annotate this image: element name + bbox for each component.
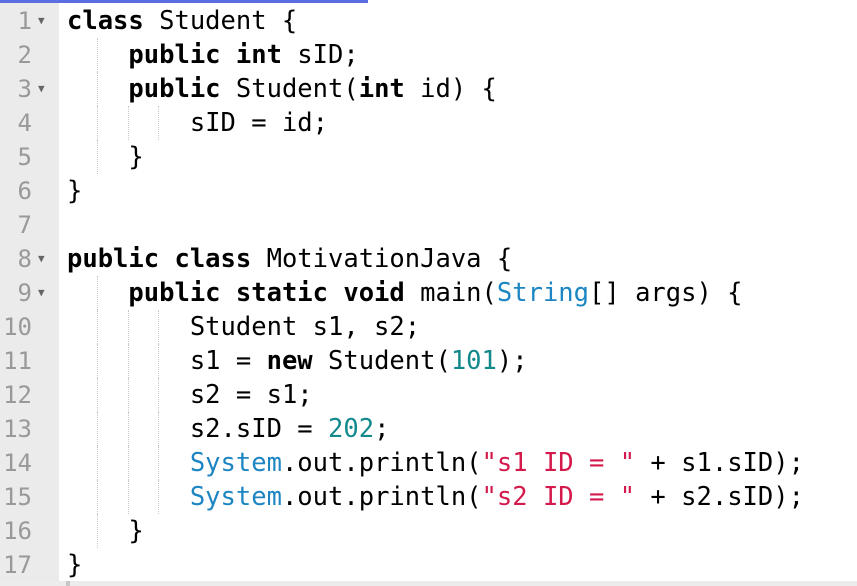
string-literal: "s2 ID = " [481,482,636,512]
line-number: 14 [3,449,32,477]
code-line[interactable]: 15 System.out.println("s2 ID = " + s2.sI… [0,480,857,514]
code-line[interactable]: 17} [0,548,857,582]
code-token: } [67,176,83,206]
code-token: .out.println( [281,482,482,512]
line-number: 7 [17,211,32,239]
code-token: main( [404,278,497,308]
code-text: } [67,174,82,208]
line-number: 2 [17,41,32,69]
code-text: public static void main(String[] args) { [67,276,743,310]
code-token: sID; [281,40,359,70]
type-name: System [189,482,282,512]
keyword: public static void [128,278,405,308]
line-number: 8 [17,245,32,273]
code-token: Student( [220,74,359,104]
line-number: 13 [3,415,32,443]
code-token: } [128,142,144,172]
code-text: public class MotivationJava { [67,242,512,276]
keyword: int [358,74,405,104]
scrollbar-thumb[interactable] [66,581,70,586]
code-token: s2 = s1; [189,380,313,410]
keyword: class [67,6,144,36]
code-text: System.out.println("s2 ID = " + s2.sID); [67,480,804,514]
code-text: Student s1, s2; [67,310,420,344]
code-text: s1 = new Student(101); [67,344,528,378]
code-line[interactable]: 12 s2 = s1; [0,378,857,412]
code-token: s2.sID = [189,414,328,444]
code-line[interactable]: 13 s2.sID = 202; [0,412,857,446]
code-line[interactable]: 6} [0,174,857,208]
line-number: 6 [17,177,32,205]
code-text: sID = id; [67,106,328,140]
line-number: 1 [17,7,32,35]
line-number: 9 [17,279,32,307]
code-token: id) { [404,74,497,104]
code-text: System.out.println("s1 ID = " + s1.sID); [67,446,804,480]
code-token: } [67,550,83,580]
fold-toggle-icon[interactable]: ▼ [38,4,45,38]
code-line[interactable]: 10 Student s1, s2; [0,310,857,344]
code-token: s1 = [189,346,267,376]
code-line[interactable]: 2 public int sID; [0,38,857,72]
code-line[interactable]: 5 } [0,140,857,174]
line-number: 10 [3,313,32,341]
type-name: String [496,278,590,308]
keyword: public [128,74,221,104]
code-line[interactable]: 7 [0,208,857,242]
horizontal-scrollbar[interactable] [0,581,857,586]
code-token: .out.println( [281,448,482,478]
code-text: } [67,514,144,548]
code-line[interactable]: 8 ▼ public class MotivationJava { [0,242,857,276]
fold-toggle-icon[interactable]: ▼ [38,276,45,310]
code-token: ); [496,346,528,376]
keyword: public class [67,244,252,274]
number-literal: 101 [450,346,497,376]
code-text: class Student { [67,4,297,38]
code-line[interactable]: 14 System.out.println("s1 ID = " + s1.sI… [0,446,857,480]
line-number: 5 [17,143,32,171]
number-literal: 202 [328,414,375,444]
line-number: 17 [3,551,32,579]
code-token: Student { [143,6,298,36]
code-text: s2 = s1; [67,378,313,412]
keyword: new [266,346,313,376]
code-line[interactable]: 9 ▼ public static void main(String[] args… [0,276,857,310]
line-number: 4 [17,109,32,137]
line-number: 12 [3,381,32,409]
code-text: } [67,548,82,582]
code-token: ; [374,414,390,444]
code-token: + s1.sID); [635,448,804,478]
code-token: sID = id; [189,108,328,138]
code-token: Student( [312,346,451,376]
line-number: 11 [3,347,32,375]
code-token: Student s1, s2; [189,312,421,342]
code-editor[interactable]: 1 ▼ class Student {2 public int sID; 3 ▼ pub… [0,4,857,582]
code-token: + s2.sID); [635,482,804,512]
line-number: 15 [3,483,32,511]
code-text: } [67,140,144,174]
code-text: public int sID; [67,38,359,72]
line-number: 16 [3,517,32,545]
code-line[interactable]: 4 sID = id; [0,106,857,140]
code-line[interactable]: 1 ▼ class Student { [0,4,857,38]
line-number: 3 [17,75,32,103]
fold-toggle-icon[interactable]: ▼ [38,72,45,106]
code-line[interactable]: 16 } [0,514,857,548]
string-literal: "s1 ID = " [481,448,636,478]
type-name: System [189,448,282,478]
code-text: s2.sID = 202; [67,412,390,446]
code-line[interactable]: 3 ▼ public Student(int id) { [0,72,857,106]
code-line[interactable]: 11 s1 = new Student(101); [0,344,857,378]
code-token: MotivationJava { [251,244,513,274]
code-token: } [128,516,144,546]
code-token: [] args) { [589,278,743,308]
fold-toggle-icon[interactable]: ▼ [38,242,45,276]
keyword: public int [128,40,282,70]
code-text: public Student(int id) { [67,72,497,106]
